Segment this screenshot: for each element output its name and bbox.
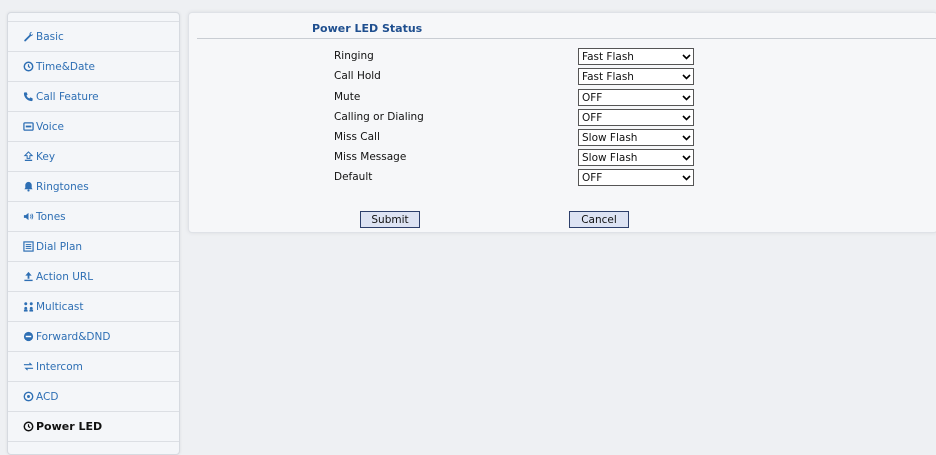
sidebar-item-label: Key <box>36 150 56 163</box>
chevron-down-icon <box>679 114 693 121</box>
sidebar-item-label: Basic <box>36 30 64 43</box>
miss-message-label: Miss Message <box>334 151 407 163</box>
default-label: Default <box>334 171 373 183</box>
minus-circle-icon <box>22 331 34 343</box>
sidebar-item-label: Forward&DND <box>36 330 111 343</box>
key-icon <box>22 151 34 163</box>
ringing-label: Ringing <box>334 50 374 62</box>
chevron-down-icon <box>679 53 693 60</box>
panel-title: Power LED Status <box>312 22 423 35</box>
sidebar-item-voice[interactable]: Voice <box>8 112 179 142</box>
sidebar-item-ringtones[interactable]: Ringtones <box>8 172 179 202</box>
sidebar-item-label: Action URL <box>36 270 94 283</box>
group-icon <box>22 301 34 313</box>
sidebar-item-action-url[interactable]: Action URL <box>8 262 179 292</box>
phone-icon <box>22 91 34 103</box>
sidebar-item-multicast[interactable]: Multicast <box>8 292 179 322</box>
clock-icon <box>22 421 34 433</box>
select-value: Slow Flash <box>582 131 638 144</box>
acd-icon <box>22 391 34 403</box>
call-hold-select[interactable]: Fast Flash <box>578 68 694 85</box>
sidebar-top-spacer <box>8 13 179 22</box>
sidebar-item-label: Call Feature <box>36 90 99 103</box>
chevron-down-icon <box>679 73 693 80</box>
upload-icon <box>22 271 34 283</box>
sidebar-item-acd[interactable]: ACD <box>8 382 179 412</box>
wrench-icon <box>22 31 34 43</box>
submit-button[interactable]: Submit <box>360 211 420 228</box>
sidebar-item-label: Time&Date <box>36 60 95 73</box>
sidebar-item-basic[interactable]: Basic <box>8 22 179 52</box>
miss-call-select[interactable]: Slow Flash <box>578 129 694 146</box>
sidebar-item-power-led[interactable]: Power LED <box>8 412 179 442</box>
sidebar-item-label: ACD <box>36 390 59 403</box>
miss-message-select[interactable]: Slow Flash <box>578 149 694 166</box>
select-value: OFF <box>582 91 603 104</box>
mute-select[interactable]: OFF <box>578 89 694 106</box>
chevron-down-icon <box>679 94 693 101</box>
sidebar-item-label: Ringtones <box>36 180 89 193</box>
sidebar-nav: Basic Time&Date Call Feature Voice Key R… <box>7 12 180 455</box>
sidebar-item-call-feature[interactable]: Call Feature <box>8 82 179 112</box>
sidebar-item-label: Power LED <box>36 420 103 433</box>
calling-or-dialing-select[interactable]: OFF <box>578 109 694 126</box>
chevron-down-icon <box>679 174 693 181</box>
sidebar-item-key[interactable]: Key <box>8 142 179 172</box>
chevron-down-icon <box>679 134 693 141</box>
select-value: Fast Flash <box>582 70 634 83</box>
sidebar-item-label: Voice <box>36 120 64 133</box>
select-value: Slow Flash <box>582 151 638 164</box>
call-hold-label: Call Hold <box>334 70 381 82</box>
voice-icon <box>22 121 34 133</box>
cancel-button[interactable]: Cancel <box>569 211 629 228</box>
select-value: OFF <box>582 171 603 184</box>
sidebar-item-label: Dial Plan <box>36 240 83 253</box>
speaker-icon <box>22 211 34 223</box>
ringing-select[interactable]: Fast Flash <box>578 48 694 65</box>
sidebar-item-dial-plan[interactable]: Dial Plan <box>8 232 179 262</box>
calling-or-dialing-label: Calling or Dialing <box>334 111 424 123</box>
title-divider <box>197 38 936 39</box>
sidebar-item-label: Intercom <box>36 360 83 373</box>
sidebar-item-label: Multicast <box>36 300 84 313</box>
sidebar-item-intercom[interactable]: Intercom <box>8 352 179 382</box>
arrows-icon <box>22 361 34 373</box>
sidebar-item-label: Tones <box>36 210 66 223</box>
sidebar-item-tones[interactable]: Tones <box>8 202 179 232</box>
miss-call-label: Miss Call <box>334 131 380 143</box>
chevron-down-icon <box>679 154 693 161</box>
sidebar-item-time-date[interactable]: Time&Date <box>8 52 179 82</box>
bell-icon <box>22 181 34 193</box>
mute-label: Mute <box>334 91 361 103</box>
default-select[interactable]: OFF <box>578 169 694 186</box>
select-value: OFF <box>582 111 603 124</box>
select-value: Fast Flash <box>582 50 634 63</box>
list-icon <box>22 241 34 253</box>
clock-icon <box>22 61 34 73</box>
sidebar-item-forward-dnd[interactable]: Forward&DND <box>8 322 179 352</box>
power-led-panel: Power LED Status Ringing Fast Flash Call… <box>188 12 936 233</box>
